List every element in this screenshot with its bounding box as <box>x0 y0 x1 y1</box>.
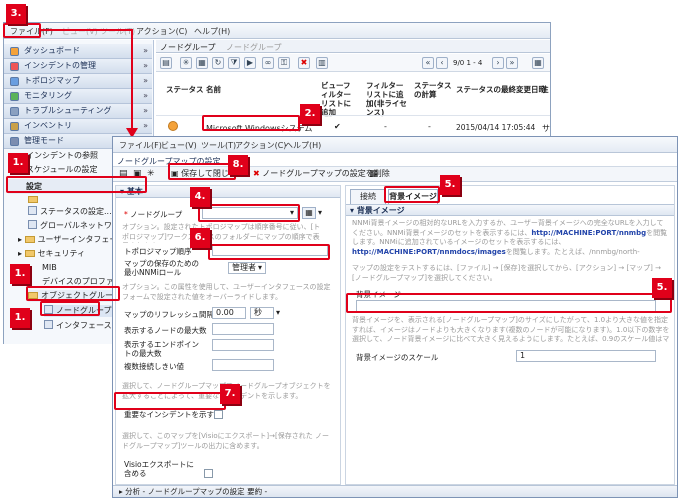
step-badge-6: 6. <box>190 228 210 248</box>
max-endpoints-input[interactable] <box>212 339 274 351</box>
chevron-down-icon[interactable]: ▾ <box>276 308 280 317</box>
tab-connections[interactable]: 接続 <box>350 189 386 204</box>
bg-test-help: マップの設定をテストするには、[ファイル] → [保存]を選択してから、[アクシ… <box>352 264 662 282</box>
lookup-icon[interactable]: ▦ <box>302 207 316 219</box>
bg-scale-input[interactable]: 1 <box>516 350 656 362</box>
nnmbg-link[interactable]: http://MACHINE:PORT/nnmbg <box>531 229 646 237</box>
visio-help-text: 選択して、このマップを[Visioにエクスポート]→[保存された ノードグループ… <box>122 432 329 450</box>
nnmdocs-link[interactable]: http://MACHINE:PORT/nnmdocs/images <box>352 248 506 256</box>
highlight-node-group-input <box>198 204 300 222</box>
new-icon[interactable]: ✳ <box>147 169 155 179</box>
highlight-save-close <box>168 163 236 180</box>
analysis-bar[interactable]: ▸ 分析 - ノードグループマップの設定 要約 - <box>113 485 677 497</box>
basic-section-header[interactable]: ▾ 基本 <box>116 186 340 198</box>
node-group-label: * ノードグループ <box>124 210 183 219</box>
folder-icon[interactable]: ▦ <box>369 169 378 179</box>
step-badge-4: 4. <box>190 187 210 207</box>
form-menu-bar: ファイル(F) ビュー(V) ツール(T) アクション(C) ヘルプ(H) <box>113 137 677 153</box>
topology-order-label: トポロジマップ順序 <box>124 247 192 256</box>
order-help-text: オプション。設定されたトポロジマップは順序番号に従い、[トポロジマップ]ワークス… <box>122 223 321 243</box>
bg-section-header[interactable]: ▾ 背景イメージ <box>346 204 674 216</box>
important-incidents-checkbox[interactable] <box>214 410 223 419</box>
step-badge-8: 8. <box>228 155 248 175</box>
chevron-down-icon[interactable]: ▾ <box>258 263 262 272</box>
visio-export-label: Visioエクスポートに含める <box>124 460 194 478</box>
save-role-label: マップの保存のための 最小NNMiロール <box>124 259 199 277</box>
highlight-bg-tab <box>384 186 440 203</box>
refresh-interval-input[interactable]: 0.00 <box>212 307 246 319</box>
detail-pane: 接続 背景イメージ ▾ 背景イメージ NNMi背景イメージの相対的なURLを入力… <box>345 185 675 485</box>
step-badge-5-input: 5. <box>652 278 672 298</box>
menu-view[interactable]: ビュー(V) <box>161 140 197 151</box>
step-badge-7: 7. <box>220 384 240 404</box>
step-badge-1-settings: 1. <box>8 153 28 173</box>
highlight-node-groups <box>40 301 100 316</box>
multi-connection-label: 複数接続しきい値 <box>124 362 184 371</box>
step-badge-5-tab: 5. <box>440 175 460 195</box>
highlight-object-groups <box>26 286 120 301</box>
highlight-bg-image-input <box>346 293 672 313</box>
highlight-settings <box>6 176 147 193</box>
menu-actions[interactable]: アクション(C) <box>235 140 286 151</box>
role-help-text: オプション。この属性を使用して、ユーザーインタフェースの設定フォームで設定された… <box>122 283 331 301</box>
refresh-unit-select[interactable]: 秒 <box>250 307 274 319</box>
menu-help[interactable]: ヘルプ(H) <box>285 140 321 151</box>
bg-scale-label: 背景イメージのスケール <box>356 353 439 362</box>
max-nodes-input[interactable] <box>212 323 274 335</box>
highlight-table-row <box>202 115 300 131</box>
menu-tools[interactable]: ツール(T) <box>201 140 236 151</box>
bg-section-label: 背景イメージ <box>356 206 405 215</box>
lookup-dropdown-icon[interactable]: ▾ <box>318 208 322 217</box>
important-incidents-label: 重要なインシデントを示す <box>124 410 214 419</box>
step-badge-1-object-groups: 1. <box>10 264 30 284</box>
highlight-file-menu <box>3 23 41 38</box>
highlight-incidents <box>114 392 226 410</box>
bg-description: NNMi背景イメージの相対的なURLを入力するか、ユーザー背景イメージへの完全な… <box>352 219 668 256</box>
refresh-interval-label: マップのリフレッシュ間隔 <box>124 310 214 319</box>
step-badge-3: 3. <box>6 4 26 24</box>
step-badge-2: 2. <box>300 104 320 124</box>
bg-scale-help: 背景イメージを、表示される[ノードグループマップ]のサイズにしたがって、1.0よ… <box>352 316 670 345</box>
max-endpoints-label: 表示するエンドポイントの最大数 <box>124 340 199 358</box>
step-badge-1-node-groups: 1. <box>10 308 30 328</box>
multi-connection-input[interactable] <box>212 359 274 371</box>
visio-export-checkbox[interactable] <box>204 469 213 478</box>
basic-pane: ▾ 基本 * ノードグループ ▾ ▦ ▾ オプション。設定されたトポロジマップは… <box>115 185 341 485</box>
highlight-topology-order <box>208 244 330 260</box>
delete-icon: ✖ <box>253 169 263 178</box>
max-nodes-label: 表示するノードの最大数 <box>124 326 207 335</box>
menu-file[interactable]: ファイル(F) <box>119 140 162 151</box>
